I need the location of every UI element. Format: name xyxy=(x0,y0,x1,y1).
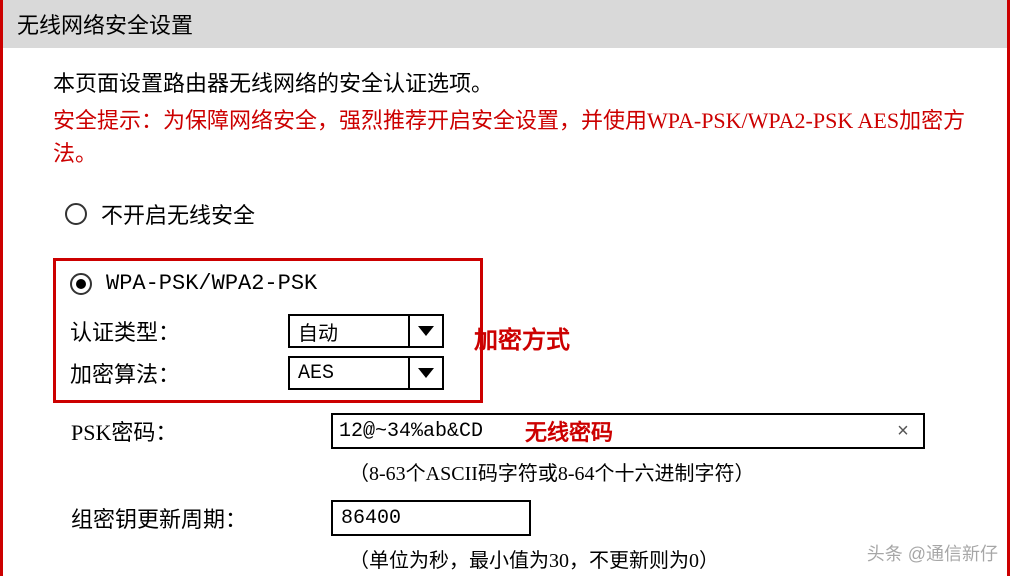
psk-label: PSK密码： xyxy=(71,415,331,447)
intro-text: 本页面设置路由器无线网络的安全认证选项。 xyxy=(53,66,967,98)
auth-type-select[interactable]: 自动 xyxy=(288,314,444,348)
rekey-input[interactable]: 86400 xyxy=(331,500,531,536)
psk-hint: （8-63个ASCII码字符或8-64个十六进制字符） xyxy=(349,457,967,486)
cipher-annotation: 加密方式 xyxy=(474,320,570,355)
radio-disable-security[interactable] xyxy=(65,203,87,225)
auth-type-value: 自动 xyxy=(290,316,408,346)
clear-icon[interactable]: × xyxy=(883,420,923,443)
watermark: 头条 @通信新仔 xyxy=(867,540,998,566)
radio-disable-label: 不开启无线安全 xyxy=(101,198,255,230)
rekey-label: 组密钥更新周期： xyxy=(71,502,331,534)
psk-input[interactable]: 12@~34%ab&CD xyxy=(333,418,501,445)
chevron-down-icon xyxy=(408,358,442,388)
security-warning: 安全提示：为保障网络安全，强烈推荐开启安全设置，并使用WPA-PSK/WPA2-… xyxy=(53,104,967,170)
psk-annotation: 无线密码 xyxy=(501,415,883,447)
page-title: 无线网络安全设置 xyxy=(3,0,1007,48)
auth-type-label: 认证类型： xyxy=(70,315,288,347)
cipher-select[interactable]: AES xyxy=(288,356,444,390)
cipher-label: 加密算法： xyxy=(70,357,288,389)
wpa-section-highlight: WPA-PSK/WPA2-PSK 认证类型： 自动 加密算法： AES xyxy=(53,258,483,403)
radio-wpa-psk[interactable] xyxy=(70,273,92,295)
chevron-down-icon xyxy=(408,316,442,346)
cipher-value: AES xyxy=(290,358,408,388)
radio-wpa-label: WPA-PSK/WPA2-PSK xyxy=(106,271,317,296)
